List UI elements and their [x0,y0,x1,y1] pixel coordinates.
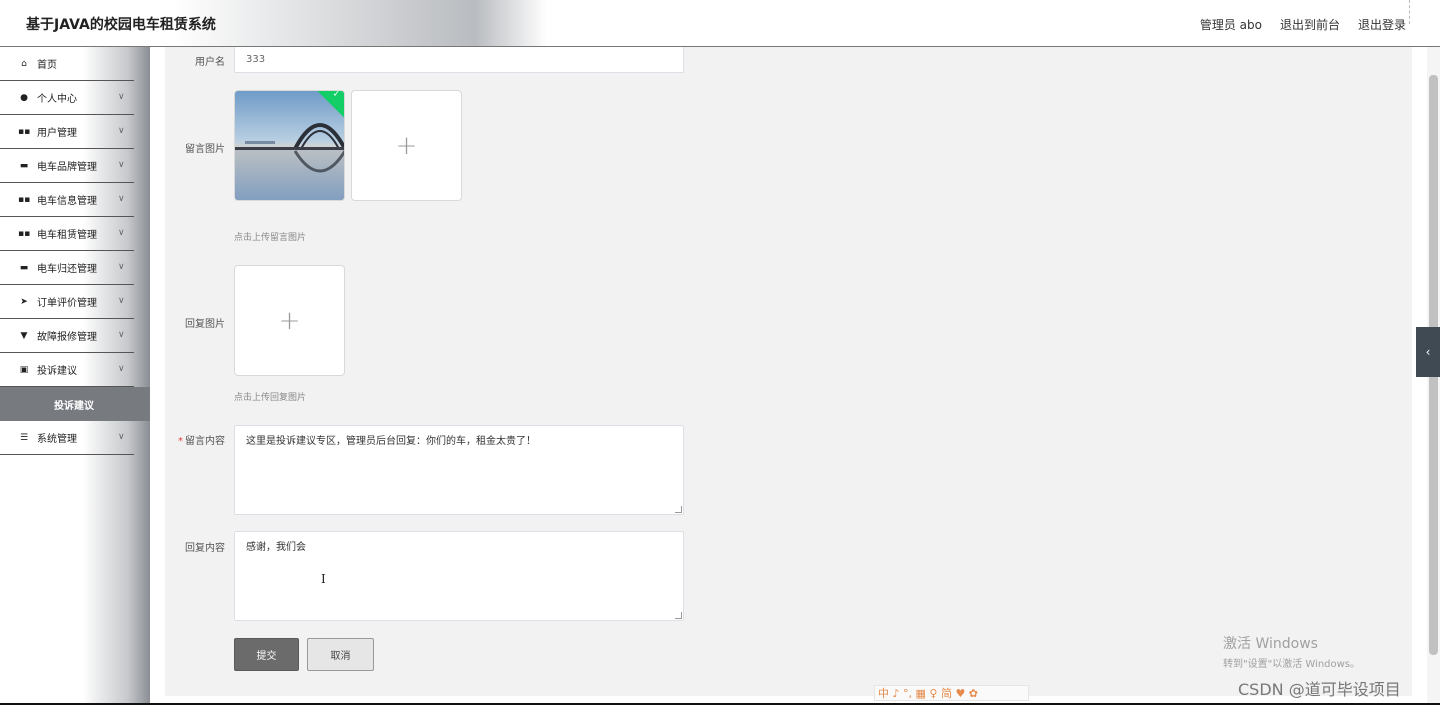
message-image-hint: 点击上传留言图片 [234,233,307,243]
sidebar-item-label: 系统管理 [37,434,77,445]
cancel-button[interactable]: 取消 [307,638,374,671]
back-to-front-link[interactable]: 退出到前台 [1280,16,1340,33]
bus-icon: ▬ [19,262,29,273]
collapse-toggle-button[interactable]: ‹ [1416,327,1440,377]
ime-toolbar[interactable]: 中 ♪ °, ▦ ♀ 简 ♥ ✿ [874,685,1029,701]
resize-handle[interactable] [675,612,682,619]
reply-image-upload-button[interactable]: + [234,265,345,376]
csdn-watermark: CSDN @道可毕设项目 [1238,680,1401,699]
reply-image-hint: 点击上传回复图片 [234,393,307,403]
resize-handle[interactable] [675,506,682,513]
chevron-down-icon: ∨ [118,194,125,204]
chevron-down-icon: ∨ [118,92,125,102]
list-icon: ☰ [19,432,29,443]
sidebar-item-0[interactable]: ⌂ 首页 [0,47,134,81]
chevron-down-icon: ∨ [118,432,125,442]
message-content-textarea[interactable]: 这里是投诉建议专区，管理员后台回复：你们的车，租金太贵了！ [234,425,684,515]
reply-image-label: 回复图片 [185,319,225,330]
sidebar: ⌂ 首页 ● 个人中心 ∨ ▪▪ 用户管理 ∨ ▬ 电车品牌管理 ∨ ▪▪ 电车信息管理 ∨ ▪▪ 电车租赁管… [0,47,150,705]
home-icon: ⌂ [21,58,27,69]
ime-toolbar-icons: 中 ♪ °, ▦ ♀ 简 ♥ ✿ [878,687,979,700]
sidebar-item-label: 个人中心 [37,94,77,105]
trophy-icon: ▼ [20,330,28,341]
message-content-label-text: 留言内容 [185,436,225,447]
sidebar-item-label: 电车租赁管理 [37,230,97,241]
top-header: 基于JAVA的校园电车租赁系统 管理员 abo 退出到前台 退出登录 [0,0,1440,47]
briefcase-icon: ▬ [19,160,29,171]
reply-content-textarea[interactable]: 感谢，我们会 [234,531,684,621]
chevron-down-icon: ∨ [118,364,125,374]
username-label: 用户名 [195,57,225,68]
windows-watermark-title: 激活 Windows [1223,636,1318,652]
chevron-down-icon: ∨ [118,126,125,136]
check-icon: ✓ [332,90,341,100]
sidebar-item-9[interactable]: ▣ 投诉建议 ∨ [0,353,134,387]
sidebar-item-2[interactable]: ▪▪ 用户管理 ∨ [0,115,134,149]
current-user-label: 管理员 abo [1199,18,1262,32]
sidebar-item-7[interactable]: ➤ 订单评价管理 ∨ [0,285,134,319]
text-cursor-icon: I [321,572,326,586]
sidebar-subitem-complaints[interactable]: 投诉建议 [0,387,150,421]
submit-button[interactable]: 提交 [234,638,299,671]
required-mark: * [178,436,183,447]
windows-activation-watermark: 激活 Windows 转到"设置"以激活 Windows。 [1223,633,1360,670]
sidebar-item-8[interactable]: ▼ 故障报修管理 ∨ [0,319,134,353]
sidebar-item-label: 故障报修管理 [37,332,97,343]
chevron-down-icon: ∨ [118,330,125,340]
header-actions: 管理员 abo 退出到前台 退出登录 [1200,16,1406,33]
username-input[interactable]: 333 [234,47,684,73]
sidebar-item-label: 电车品牌管理 [37,162,97,173]
chevron-down-icon: ∨ [118,160,125,170]
message-content-text: 这里是投诉建议专区，管理员后台回复：你们的车，租金太贵了！ [246,436,536,447]
grid-icon: ▪▪ [18,126,31,137]
chevron-left-icon: ‹ [1425,345,1431,359]
sidebar-item-3[interactable]: ▬ 电车品牌管理 ∨ [0,149,134,183]
sidebar-item-1[interactable]: ● 个人中心 ∨ [0,81,134,115]
chevron-down-icon: ∨ [118,262,125,272]
sidebar-item-label: 电车信息管理 [37,196,97,207]
plus-icon: + [278,305,301,336]
reply-content-text: 感谢，我们会 [246,542,306,553]
sidebar-menu: ⌂ 首页 ● 个人中心 ∨ ▪▪ 用户管理 ∨ ▬ 电车品牌管理 ∨ ▪▪ 电车信息管理 ∨ ▪▪ 电车租赁管… [0,47,150,455]
app-title: 基于JAVA的校园电车租赁系统 [26,17,216,33]
chevron-down-icon: ∨ [118,228,125,238]
sidebar-item-label: 投诉建议 [37,366,77,377]
message-image-thumbnail[interactable]: ✓ [234,90,345,201]
message-content-label: * 留言内容 [165,432,225,447]
sidebar-item-6[interactable]: ▬ 电车归还管理 ∨ [0,251,134,285]
sidebar-item-label: 电车归还管理 [37,264,97,275]
windows-watermark-subtitle: 转到"设置"以激活 Windows。 [1223,659,1361,670]
sidebar-item-label: 首页 [37,60,57,71]
grid-icon: ▪▪ [18,228,31,239]
plus-icon: + [395,130,418,161]
sidebar-item-label: 订单评价管理 [37,298,97,309]
sidebar-item-label: 用户管理 [37,128,77,139]
sidebar-item-last_item[interactable]: ☰ 系统管理 ∨ [0,421,134,455]
chevron-down-icon: ∨ [118,296,125,306]
sidebar-item-5[interactable]: ▪▪ 电车租赁管理 ∨ [0,217,134,251]
message-image-label: 留言图片 [185,144,225,155]
sidebar-item-4[interactable]: ▪▪ 电车信息管理 ∨ [0,183,134,217]
user-icon: ● [20,92,28,103]
grid-icon: ▪▪ [18,194,31,205]
header-divider [1409,0,1410,24]
message-image-upload-button[interactable]: + [351,90,462,201]
reply-content-label: 回复内容 [185,543,225,554]
clipboard-icon: ▣ [19,364,29,375]
send-icon: ➤ [20,296,28,307]
bridge-photo [235,91,344,200]
logout-link[interactable]: 退出登录 [1358,16,1406,33]
